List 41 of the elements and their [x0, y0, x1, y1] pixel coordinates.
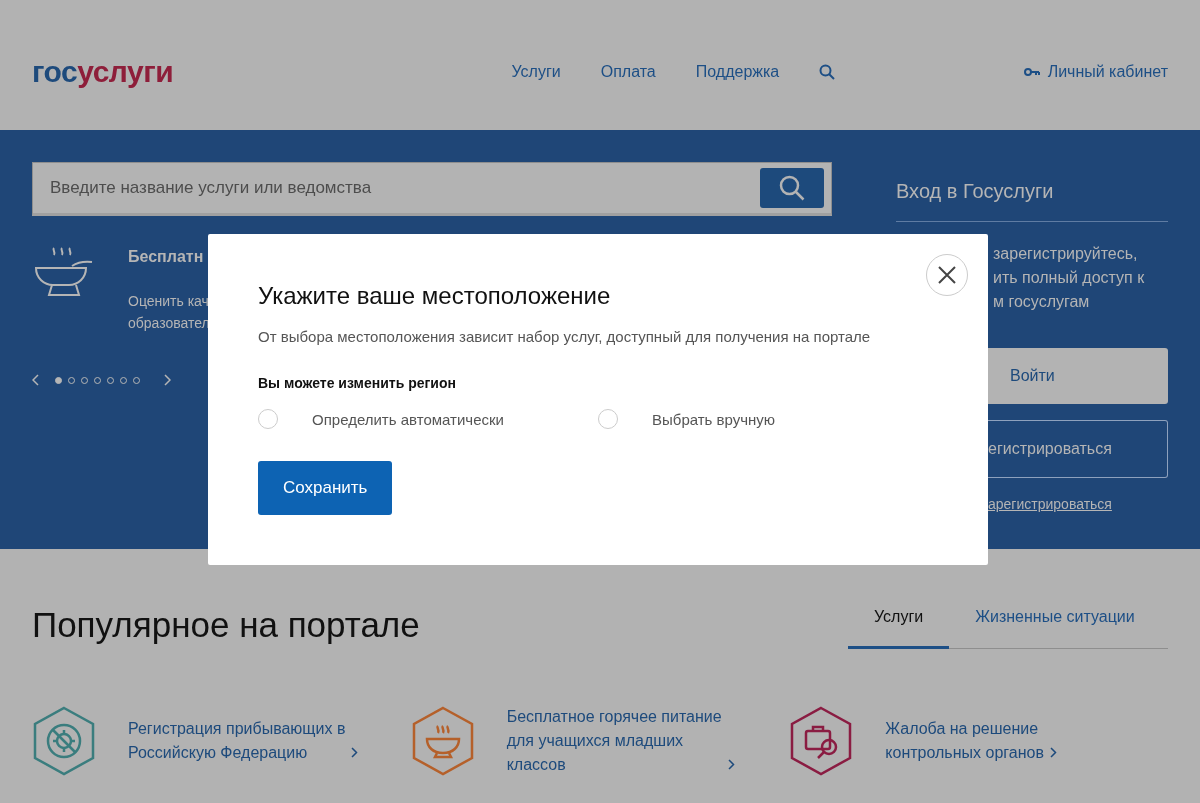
- dialog-description: От выбора местоположения зависит набор услуг, доступный для получения на портале: [258, 328, 872, 345]
- search-bar[interactable]: Введите название услуги или ведомства: [32, 162, 832, 216]
- login-text: зарегистрируйтесь,: [993, 244, 1139, 264]
- account-link[interactable]: Личный кабинет: [1047, 63, 1168, 81]
- key-icon: [1023, 67, 1040, 77]
- region-label: Вы можете изменить регион: [258, 375, 457, 391]
- close-icon: [938, 266, 956, 284]
- promo-text: Оценить кач: [128, 292, 210, 311]
- briefcase-search-icon: [789, 706, 854, 776]
- search-field[interactable]: Введите название услуги или ведомства: [48, 177, 760, 199]
- service-link[interactable]: Жалоба на решение контрольных органов: [885, 717, 1044, 765]
- section-title: Популярное на портале: [32, 605, 420, 645]
- search-icon[interactable]: [819, 64, 836, 80]
- nav-link[interactable]: Поддержка: [695, 63, 780, 81]
- promo-text: образовател: [128, 314, 210, 333]
- login-text: м госуслугам: [993, 292, 1091, 312]
- chevron-icon: [351, 747, 359, 758]
- register-link[interactable]: арегистрироваться: [988, 496, 1112, 512]
- prohibited-virus-icon: [32, 706, 96, 776]
- close-button[interactable]: [926, 254, 968, 296]
- service-link[interactable]: Бесплатное горячее питание для учащихся младших классов: [506, 705, 722, 777]
- nav-link[interactable]: Оплата: [600, 63, 656, 81]
- pager-dot[interactable]: [55, 376, 62, 384]
- chevron-icon: [1049, 747, 1057, 758]
- logo[interactable]: госуслуги: [32, 55, 174, 89]
- login-button[interactable]: Войти: [988, 348, 1168, 404]
- nav-link[interactable]: Услуги: [511, 63, 561, 81]
- login-title: Вход в Госуслуги: [896, 162, 1168, 222]
- chevron-icon: [727, 759, 735, 770]
- tab[interactable]: Жизненные ситуации: [949, 608, 1161, 649]
- bowl-icon: [410, 706, 475, 776]
- radio-label[interactable]: Определить автоматически: [312, 410, 504, 428]
- promo-title: Бесплатн: [128, 248, 205, 266]
- search-icon: [779, 175, 805, 201]
- search-button[interactable]: [760, 168, 824, 208]
- radio-label[interactable]: Выбрать вручную: [652, 410, 776, 428]
- tab[interactable]: Услуги: [848, 608, 950, 649]
- dialog-title: Укажите ваше местоположение: [258, 282, 612, 310]
- login-text: ить полный доступ к: [993, 268, 1146, 288]
- service-link[interactable]: Регистрация прибывающих в Российскую Федерацию: [128, 717, 346, 765]
- save-button[interactable]: Сохранить: [258, 461, 393, 515]
